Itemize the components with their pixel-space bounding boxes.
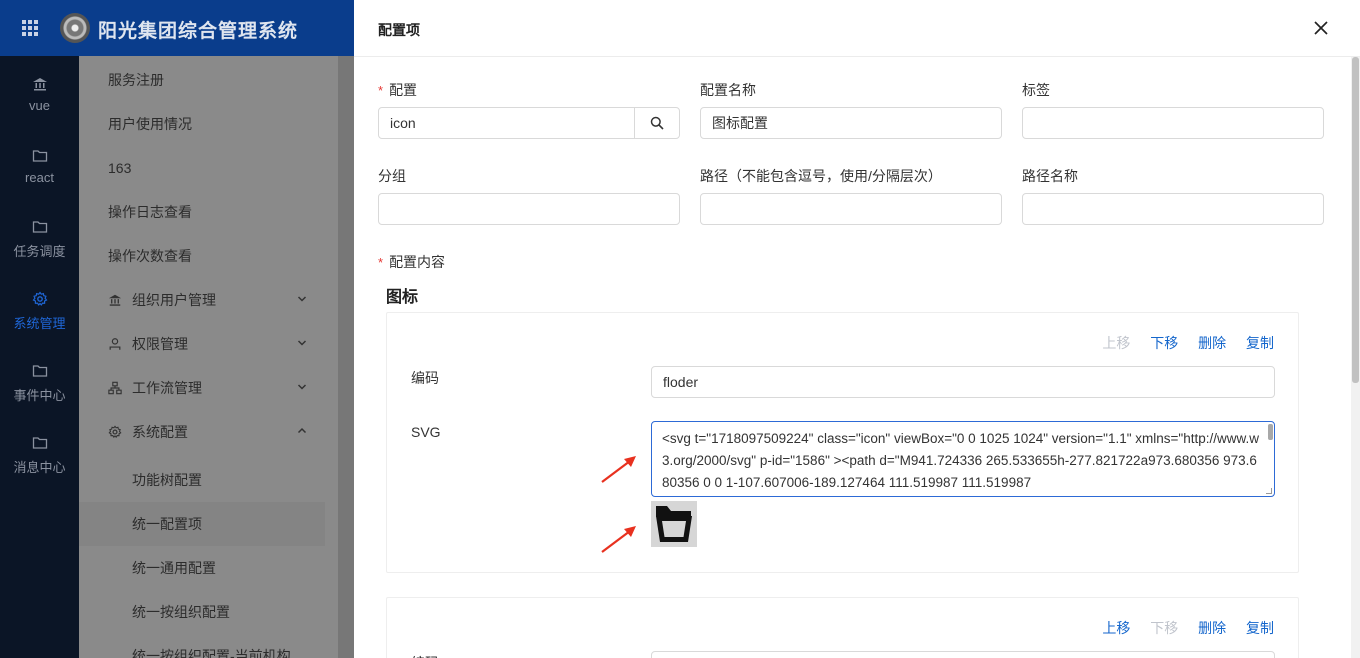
menu-item[interactable]: 服务注册 xyxy=(79,58,338,102)
menu-group-system-config[interactable]: 系统配置 xyxy=(79,410,338,454)
config-drawer: 配置项 *配置 配置名称 标签 分组 路径（不能包含逗号，使用/分隔层次） 路径… xyxy=(354,0,1360,658)
scrollbar-thumb[interactable] xyxy=(1352,57,1359,383)
config-name-input[interactable] xyxy=(700,107,1002,139)
delete-button[interactable]: 删除 xyxy=(1198,620,1226,636)
rail-item-vue[interactable]: vue xyxy=(0,76,79,113)
menu-subitem[interactable]: 统一按组织配置 xyxy=(79,590,338,634)
folder-icon xyxy=(32,221,47,233)
svg-label: SVG xyxy=(411,424,441,440)
path-input[interactable] xyxy=(700,193,1002,225)
gear-icon xyxy=(108,425,122,439)
textarea-scrollbar[interactable] xyxy=(1268,424,1273,440)
path-name-label: 路径名称 xyxy=(1022,168,1078,184)
rail-item-label: 事件中心 xyxy=(13,388,66,403)
path-name-input[interactable] xyxy=(1022,193,1324,225)
menu-subitem[interactable]: 统一按组织配置-当前机构 xyxy=(79,634,338,658)
nav-rail: vue react 任务调度 系统管理 事件中心 消息中心 xyxy=(0,56,79,658)
svg-preview xyxy=(651,501,697,547)
menu-group-org-users[interactable]: 组织用户管理 xyxy=(79,278,338,322)
chevron-up-icon xyxy=(297,427,307,434)
move-up-button[interactable]: 上移 xyxy=(1102,620,1130,636)
copy-button[interactable]: 复制 xyxy=(1246,335,1274,351)
rail-item-task[interactable]: 任务调度 xyxy=(0,219,79,260)
share-icon xyxy=(108,381,122,395)
chevron-down-icon xyxy=(297,296,307,302)
group-label: 分组 xyxy=(378,168,406,184)
path-label: 路径（不能包含逗号，使用/分隔层次） xyxy=(700,168,942,184)
tag-input[interactable] xyxy=(1022,107,1324,139)
folder-icon xyxy=(656,506,692,542)
gear-icon xyxy=(32,291,47,306)
chevron-down-icon xyxy=(297,340,307,346)
logo xyxy=(60,13,90,43)
rail-item-label: 系统管理 xyxy=(13,316,66,331)
folder-icon xyxy=(32,150,47,162)
config-input[interactable] xyxy=(378,107,635,139)
resize-handle[interactable] xyxy=(1266,488,1272,494)
required-mark: * xyxy=(378,255,384,270)
code-input[interactable] xyxy=(651,651,1275,658)
rail-item-message[interactable]: 消息中心 xyxy=(0,435,79,476)
move-down-button[interactable]: 下移 xyxy=(1150,620,1178,636)
folder-icon xyxy=(32,365,47,377)
code-label: 编码 xyxy=(411,370,439,386)
menu-subitem[interactable]: 功能树配置 xyxy=(79,458,338,502)
user-icon xyxy=(109,338,121,350)
delete-button[interactable]: 删除 xyxy=(1198,335,1226,351)
rail-item-event[interactable]: 事件中心 xyxy=(0,363,79,404)
rail-item-label: vue xyxy=(29,98,50,113)
drawer-header: 配置项 xyxy=(354,0,1360,57)
code-label: 编码 xyxy=(411,653,439,658)
drawer-title: 配置项 xyxy=(378,22,420,38)
search-icon xyxy=(650,116,664,130)
menu-item[interactable]: 操作日志查看 xyxy=(79,190,338,234)
code-input[interactable] xyxy=(651,366,1275,398)
rail-item-label: 任务调度 xyxy=(13,244,66,259)
menu-item[interactable]: 163 xyxy=(79,146,338,190)
rail-item-label: react xyxy=(25,170,54,185)
folder-icon xyxy=(32,437,47,449)
svg-textarea[interactable]: <svg t="1718097509224" class="icon" view… xyxy=(651,421,1275,497)
menu-group-permissions[interactable]: 权限管理 xyxy=(79,322,338,366)
copy-button[interactable]: 复制 xyxy=(1246,620,1274,636)
menu-subitem-selected[interactable]: 统一配置项 xyxy=(79,502,325,546)
menu-subitem[interactable]: 统一通用配置 xyxy=(79,546,338,590)
app-grid-icon[interactable] xyxy=(22,20,38,36)
bank-icon xyxy=(32,78,47,91)
tag-label: 标签 xyxy=(1022,82,1050,98)
rail-item-system[interactable]: 系统管理 xyxy=(0,291,79,332)
card-actions: 上移 下移 删除 复制 xyxy=(1086,333,1274,353)
group-input[interactable] xyxy=(378,193,680,225)
drawer-scrollbar[interactable] xyxy=(1351,57,1360,658)
move-down-button[interactable]: 下移 xyxy=(1150,335,1178,351)
config-label: * 配置 xyxy=(378,82,418,98)
content-backdrop xyxy=(338,56,354,658)
rail-item-react[interactable]: react xyxy=(0,148,79,185)
side-menu: 服务注册 用户使用情况 163 操作日志查看 操作次数查看 组织用户管理 权限管… xyxy=(79,56,415,658)
rail-item-label: 消息中心 xyxy=(13,460,66,475)
menu-item[interactable]: 用户使用情况 xyxy=(79,102,338,146)
close-icon[interactable] xyxy=(1311,18,1331,38)
icon-item-card: 上移 下移 删除 复制 编码 xyxy=(386,597,1299,658)
menu-item[interactable]: 操作次数查看 xyxy=(79,234,338,278)
icon-item-card: 上移 下移 删除 复制 编码 SVG <svg t="1718097509224… xyxy=(386,312,1299,573)
search-button[interactable] xyxy=(634,107,680,139)
required-mark: * xyxy=(378,83,384,98)
chevron-down-icon xyxy=(297,384,307,390)
section-title: 图标 xyxy=(386,289,419,306)
bank-icon xyxy=(108,294,122,306)
menu-group-workflow[interactable]: 工作流管理 xyxy=(79,366,338,410)
config-name-label: 配置名称 xyxy=(700,82,756,98)
app-title: 阳光集团综合管理系统 xyxy=(98,21,299,42)
annotation-arrow-icon xyxy=(601,456,636,483)
content-label: * 配置内容 xyxy=(378,254,446,270)
annotation-arrow-icon xyxy=(601,526,636,553)
card-actions: 上移 下移 删除 复制 xyxy=(1086,618,1274,638)
move-up-button[interactable]: 上移 xyxy=(1102,335,1130,351)
